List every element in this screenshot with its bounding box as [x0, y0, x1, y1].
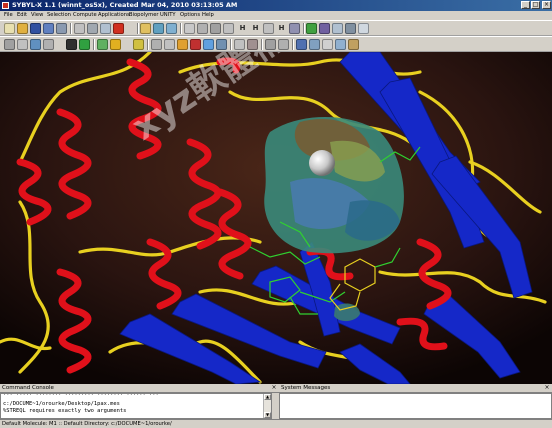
console-line: %STREQL requires exactly two arguments [3, 408, 127, 414]
new-file-icon[interactable] [4, 23, 15, 34]
light-icon[interactable] [110, 39, 121, 50]
strip-icon[interactable] [289, 23, 300, 34]
table-icon[interactable] [265, 39, 276, 50]
window-title: SYBYL-X 1.1 (winnt_os5x), Created Mar 04… [12, 1, 238, 9]
save-icon[interactable] [30, 23, 41, 34]
main-toolbar: H H H [0, 20, 552, 36]
add-hydrogen-polar-button[interactable]: H [250, 23, 261, 34]
menu-unity[interactable]: UNITY [160, 12, 176, 19]
app-icon [2, 2, 9, 9]
secondary-toolbar [0, 36, 552, 52]
display-settings-icon[interactable] [309, 39, 320, 50]
system-messages-title: System Messages [281, 385, 331, 391]
molecule-viewport[interactable]: xyz軟體補給站 31.to/xyz [0, 52, 552, 384]
sketch-icon[interactable] [97, 39, 108, 50]
add-hydrogen-button[interactable]: H [237, 23, 248, 34]
paste-icon[interactable] [100, 23, 111, 34]
undo-icon[interactable] [74, 23, 85, 34]
connect-icon[interactable] [210, 23, 221, 34]
view-icon[interactable] [153, 23, 164, 34]
remove-hydrogen-button[interactable]: H [276, 23, 287, 34]
menu-bar: File Edit View Selection Compute Applica… [0, 11, 552, 20]
ribbon-icon[interactable] [190, 39, 201, 50]
zoom-icon[interactable] [30, 39, 41, 50]
status-bar: Default Molecule: M1 :: Default Director… [0, 419, 552, 428]
copy-icon[interactable] [87, 23, 98, 34]
import-icon[interactable] [56, 23, 67, 34]
close-button[interactable]: × [542, 1, 551, 9]
graph-icon[interactable] [335, 39, 346, 50]
scroll-down-icon[interactable]: ▼ [264, 412, 271, 418]
menu-compute[interactable]: Compute [73, 12, 97, 19]
menu-help[interactable]: Help [202, 12, 214, 19]
menu-file[interactable]: File [4, 12, 13, 19]
hex-ring-icon[interactable] [306, 23, 317, 34]
stereo-icon[interactable] [151, 39, 162, 50]
rotate-icon[interactable] [43, 39, 54, 50]
maximize-button[interactable]: □ [531, 1, 540, 9]
surface-icon[interactable] [203, 39, 214, 50]
label-icon[interactable] [140, 23, 151, 34]
center-icon[interactable] [79, 39, 90, 50]
command-console-header: Command Console × [0, 384, 279, 393]
save-as-icon[interactable] [43, 23, 54, 34]
system-messages-output[interactable] [279, 393, 552, 419]
spreadsheet-icon[interactable] [278, 39, 289, 50]
select-icon[interactable] [4, 39, 15, 50]
color-icon[interactable] [177, 39, 188, 50]
pencil-icon[interactable] [247, 39, 258, 50]
star-icon[interactable] [133, 39, 144, 50]
close-icon[interactable]: × [271, 385, 277, 391]
depth-cue-icon[interactable] [164, 39, 175, 50]
search-icon[interactable] [348, 39, 359, 50]
crosshair-icon[interactable] [197, 23, 208, 34]
bond-icon[interactable] [263, 23, 274, 34]
delete-icon[interactable] [113, 23, 124, 34]
render-icon[interactable] [216, 39, 227, 50]
menu-applications[interactable]: Applications [98, 12, 130, 19]
ligand-sphere [309, 150, 335, 176]
protein-ribbon-render[interactable] [0, 52, 552, 384]
dropdown-arrow-icon[interactable] [126, 23, 137, 34]
console-scrollbar[interactable]: ▲ ▼ [263, 394, 271, 418]
hide-icon[interactable] [234, 39, 245, 50]
window-icon[interactable] [358, 23, 369, 34]
title-bar: SYBYL-X 1.1 (winnt_os5x), Created Mar 04… [0, 0, 552, 11]
measure-icon[interactable] [184, 23, 195, 34]
menu-biopolymer[interactable]: Biopolymer [129, 12, 159, 19]
menu-edit[interactable]: Edit [17, 12, 27, 19]
pointer-icon[interactable] [17, 39, 28, 50]
scroll-up-icon[interactable]: ▲ [264, 394, 271, 400]
menu-view[interactable]: View [31, 12, 43, 19]
break-bond-icon[interactable] [223, 23, 234, 34]
menu-options[interactable]: Options [180, 12, 200, 19]
system-messages-header: System Messages × [279, 384, 552, 393]
monitor-icon[interactable] [296, 39, 307, 50]
open-folder-icon[interactable] [17, 23, 28, 34]
display-icon[interactable] [166, 23, 177, 34]
menu-selection[interactable]: Selection [47, 12, 71, 19]
minimize-button[interactable]: _ [521, 1, 530, 9]
console-line: c:/DOCUME~1/orourke/Desktop/1pax.mes [3, 401, 120, 407]
console-line: ... ..... ........ ......... ........ ..… [3, 393, 159, 397]
command-console-title: Command Console [2, 385, 54, 391]
fragment-icon[interactable] [332, 23, 343, 34]
panel-icon[interactable] [322, 39, 333, 50]
layout-icon[interactable] [345, 23, 356, 34]
charge-icon[interactable] [319, 23, 330, 34]
close-icon[interactable]: × [544, 385, 550, 391]
command-console-output[interactable]: ... ..... ........ ......... ........ ..… [0, 393, 272, 419]
move-icon[interactable] [66, 39, 77, 50]
